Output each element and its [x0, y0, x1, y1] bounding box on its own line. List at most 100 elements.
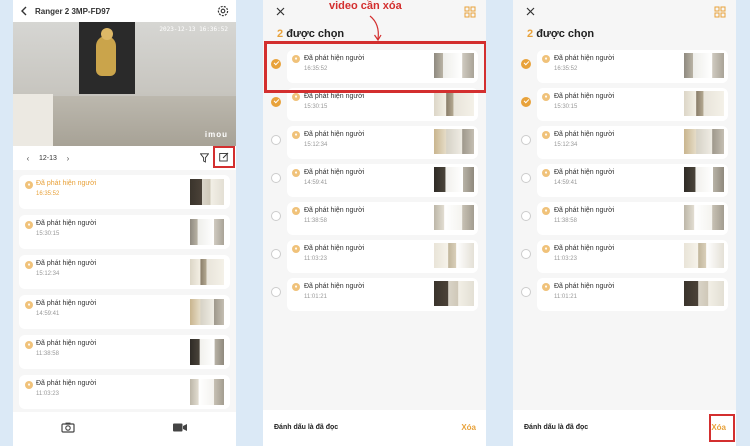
selection-screen-annotated: video cần xóa 2 được chọn ♦ Đã phát hiện … — [263, 0, 486, 446]
event-card[interactable]: ♦ Đã phát hiện người 15:12:34 — [537, 126, 728, 159]
video-thumbnail[interactable] — [190, 259, 224, 285]
video-thumbnail[interactable] — [190, 299, 224, 325]
video-thumbnail[interactable] — [434, 243, 474, 268]
video-thumbnail[interactable] — [190, 379, 224, 405]
event-time: 15:30:15 — [304, 104, 328, 110]
current-date: 12-13 — [39, 154, 57, 162]
event-card[interactable]: ♦ Đã phát hiện người 16:35:52 — [537, 50, 728, 83]
event-time: 11:38:58 — [554, 218, 577, 224]
selectable-row: ♦ Đã phát hiện người 11:38:58 — [513, 202, 736, 240]
close-icon[interactable] — [273, 4, 287, 18]
edit-icon[interactable] — [213, 146, 235, 168]
video-thumbnail[interactable] — [684, 167, 724, 192]
event-card[interactable]: ♦ Đã phát hiện người 14:59:41 — [537, 164, 728, 197]
unchecked-radio-icon[interactable] — [271, 173, 281, 183]
person-badge-icon: ♦ — [292, 93, 300, 101]
event-card[interactable]: ♦ Đã phát hiện người 11:38:58 — [537, 202, 728, 235]
next-date-icon[interactable]: › — [61, 154, 75, 163]
event-time: 14:59:41 — [554, 180, 578, 186]
event-list: ♦ Đã phát hiện người 16:35:52 ♦ Đã phát hiện… — [13, 170, 236, 409]
highlight-box — [264, 41, 486, 93]
filter-icon[interactable] — [198, 152, 210, 164]
checked-radio-icon[interactable] — [521, 59, 531, 69]
event-card[interactable]: ♦ Đã phát hiện người 11:01:21 — [537, 278, 728, 311]
video-thumbnail[interactable] — [684, 129, 724, 154]
event-card[interactable]: ♦ Đã phát hiện người 11:03:23 — [287, 240, 478, 273]
video-thumbnail[interactable] — [684, 91, 724, 116]
video-thumbnail[interactable] — [684, 205, 724, 230]
selectable-event-list: ♦ Đã phát hiện người 16:35:52 ♦ Đã phát hiện… — [513, 50, 736, 316]
video-thumbnail[interactable] — [434, 129, 474, 154]
close-icon[interactable] — [523, 4, 537, 18]
event-card[interactable]: ♦ Đã phát hiện người 15:30:15 — [19, 215, 230, 249]
camera-icon[interactable] — [61, 420, 75, 438]
event-card[interactable]: ♦ Đã phát hiện người 11:38:58 — [19, 335, 230, 369]
event-card[interactable]: ♦ Đã phát hiện người 11:03:23 — [19, 375, 230, 409]
camera-live-view[interactable]: 2023-12-13 16:36:52 imou — [13, 22, 236, 146]
event-time: 11:01:21 — [554, 294, 577, 300]
unchecked-radio-icon[interactable] — [271, 249, 281, 259]
event-time: 11:38:58 — [36, 351, 59, 357]
video-thumbnail[interactable] — [434, 167, 474, 192]
event-card[interactable]: ♦ Đã phát hiện người 11:38:58 — [287, 202, 478, 235]
selectable-row: ♦ Đã phát hiện người 14:59:41 — [513, 164, 736, 202]
top-bar: Ranger 2 3MP-FD97 — [13, 0, 236, 22]
gear-icon[interactable] — [215, 3, 230, 18]
unchecked-radio-icon[interactable] — [521, 249, 531, 259]
person-badge-icon: ♦ — [25, 221, 33, 229]
unchecked-radio-icon[interactable] — [521, 211, 531, 221]
event-card[interactable]: ♦ Đã phát hiện người 11:03:23 — [537, 240, 728, 273]
person-badge-icon: ♦ — [292, 131, 300, 139]
action-footer: Đánh dấu là đã đọc Xóa — [513, 410, 736, 446]
event-card[interactable]: ♦ Đã phát hiện người 15:12:34 — [287, 126, 478, 159]
grid-icon[interactable] — [714, 5, 726, 18]
checked-radio-icon[interactable] — [521, 97, 531, 107]
grid-icon[interactable] — [464, 5, 476, 18]
unchecked-radio-icon[interactable] — [521, 287, 531, 297]
person-badge-icon: ♦ — [25, 341, 33, 349]
event-label: Đã phát hiện người — [304, 131, 365, 138]
back-arrow-icon[interactable] — [13, 0, 35, 22]
unchecked-radio-icon[interactable] — [271, 287, 281, 297]
video-icon[interactable] — [172, 420, 188, 438]
camera-watermark: imou — [204, 130, 228, 139]
action-footer: Đánh dấu là đã đọc Xóa — [263, 410, 486, 446]
event-card[interactable]: ♦ Đã phát hiện người 14:59:41 — [19, 295, 230, 329]
person-badge-icon: ♦ — [542, 207, 550, 215]
person-badge-icon: ♦ — [542, 245, 550, 253]
event-card[interactable]: ♦ Đã phát hiện người 14:59:41 — [287, 164, 478, 197]
person-badge-icon: ♦ — [292, 283, 300, 291]
video-thumbnail[interactable] — [190, 339, 224, 365]
video-thumbnail[interactable] — [190, 219, 224, 245]
video-thumbnail[interactable] — [434, 91, 474, 116]
event-time: 15:12:34 — [554, 142, 578, 148]
video-thumbnail[interactable] — [434, 205, 474, 230]
event-time: 15:12:34 — [304, 142, 328, 148]
person-badge-icon: ♦ — [542, 169, 550, 177]
unchecked-radio-icon[interactable] — [521, 173, 531, 183]
video-thumbnail[interactable] — [684, 243, 724, 268]
delete-button[interactable]: Xóa — [461, 423, 476, 432]
event-time: 15:30:15 — [554, 104, 578, 110]
prev-date-icon[interactable]: ‹ — [21, 154, 35, 163]
video-thumbnail[interactable] — [684, 53, 724, 78]
event-card[interactable]: ♦ Đã phát hiện người 15:30:15 — [537, 88, 728, 121]
mark-read-button[interactable]: Đánh dấu là đã đọc — [274, 424, 338, 431]
unchecked-radio-icon[interactable] — [271, 135, 281, 145]
event-time: 11:03:23 — [36, 391, 59, 397]
event-card[interactable]: ♦ Đã phát hiện người 15:12:34 — [19, 255, 230, 289]
video-thumbnail[interactable] — [434, 281, 474, 306]
event-card[interactable]: ♦ Đã phát hiện người 16:35:52 — [19, 175, 230, 209]
video-thumbnail[interactable] — [684, 281, 724, 306]
selectable-row: ♦ Đã phát hiện người 16:35:52 — [513, 50, 736, 88]
event-card[interactable]: ♦ Đã phát hiện người 11:01:21 — [287, 278, 478, 311]
poster-image — [79, 22, 135, 94]
unchecked-radio-icon[interactable] — [521, 135, 531, 145]
checked-radio-icon[interactable] — [271, 97, 281, 107]
device-title: Ranger 2 3MP-FD97 — [35, 6, 111, 16]
mark-read-button[interactable]: Đánh dấu là đã đọc — [524, 424, 588, 431]
person-badge-icon: ♦ — [542, 131, 550, 139]
camera-timestamp: 2023-12-13 16:36:52 — [159, 26, 228, 33]
unchecked-radio-icon[interactable] — [271, 211, 281, 221]
video-thumbnail[interactable] — [190, 179, 224, 205]
